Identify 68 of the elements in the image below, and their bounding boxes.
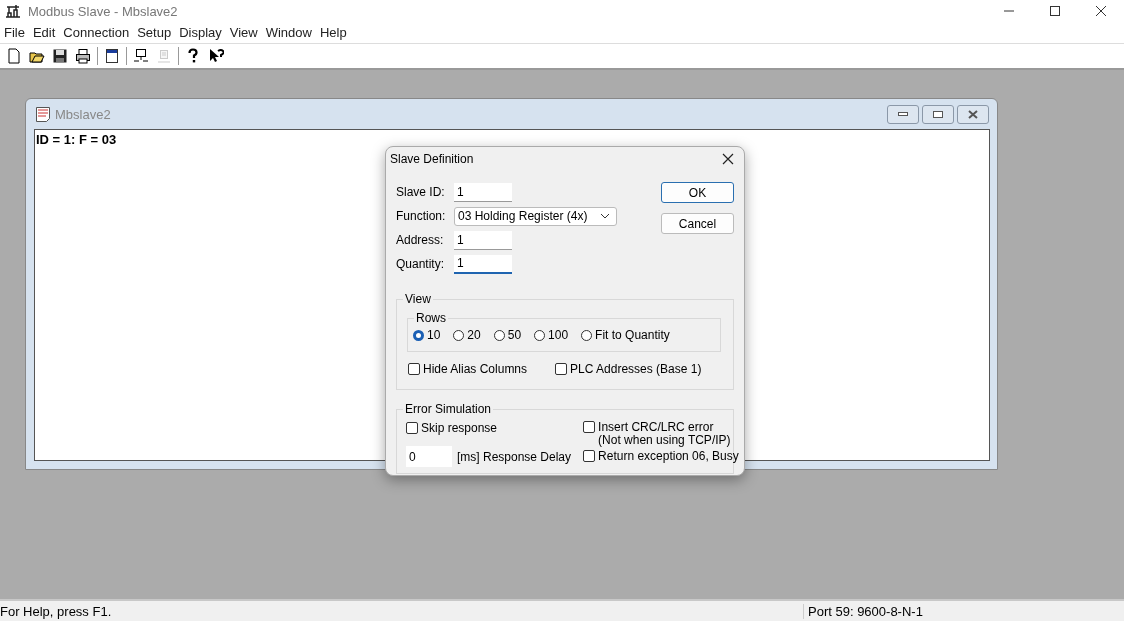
radio-button[interactable]	[453, 329, 465, 341]
option-label: 10	[427, 328, 441, 342]
status-text: For Help, press F1.	[0, 603, 113, 619]
close-icon	[967, 109, 979, 119]
checkbox[interactable]	[408, 363, 420, 375]
radio-button[interactable]	[413, 329, 424, 341]
close-icon[interactable]	[722, 153, 734, 165]
function-dropdown[interactable]: 03 Holding Register (4x)	[454, 206, 617, 226]
option-label: Hide Alias Columns	[423, 362, 528, 376]
checkbox[interactable]	[583, 450, 596, 462]
radio-button[interactable]	[581, 329, 593, 341]
menu-item[interactable]: File	[0, 25, 29, 40]
printer-icon[interactable]	[74, 47, 92, 65]
option-label: 50	[507, 328, 522, 342]
field-label: Quantity:	[396, 257, 446, 271]
input-field[interactable]: 1	[454, 182, 512, 202]
window-icon[interactable]	[103, 47, 121, 65]
menu-item[interactable]: Setup	[133, 25, 176, 40]
menu-item[interactable]: Connection	[59, 25, 134, 40]
maximize-icon[interactable]	[1049, 5, 1061, 17]
option-label: Insert CRC/LRC error	[598, 421, 715, 434]
minimize-button[interactable]	[887, 104, 919, 124]
slave-summary: ID = 1: F = 03	[36, 132, 117, 147]
menu-item[interactable]: Window	[261, 25, 316, 40]
input-field[interactable]: 1	[454, 230, 512, 250]
option-label: PLC Addresses (Base 1)	[570, 362, 702, 376]
save-icon[interactable]	[51, 47, 69, 65]
radio-button[interactable]	[493, 329, 505, 341]
document-icon	[35, 106, 51, 122]
restore-button[interactable]	[922, 104, 954, 124]
chevron-down-icon	[600, 213, 610, 219]
field-label: [ms] Response Delay	[457, 449, 572, 464]
option-note: (Not when using TCP/IP)	[598, 434, 731, 447]
close-icon[interactable]	[1095, 5, 1107, 17]
restore-icon	[932, 109, 944, 119]
connect-icon[interactable]	[132, 47, 150, 65]
menu-item[interactable]: View	[225, 25, 262, 40]
option-label: Return exception 06, Busy	[598, 449, 739, 463]
new-file-icon[interactable]	[5, 47, 23, 65]
option-label: Fit to Quantity	[595, 328, 670, 342]
checkbox[interactable]	[555, 363, 568, 375]
dialog-button[interactable]: Cancel	[661, 213, 734, 234]
menu-item[interactable]: Help	[315, 25, 351, 40]
port-status: Port 59: 9600-8-N-1	[803, 603, 1124, 619]
option-label: 20	[467, 328, 481, 342]
menu-item[interactable]: Edit	[28, 25, 60, 40]
menu-item[interactable]: Display	[175, 25, 226, 40]
radio-button[interactable]	[534, 329, 546, 341]
minimize-icon	[897, 111, 909, 117]
field-label: Slave ID:	[396, 185, 446, 199]
document-title: Mbslave2	[55, 106, 111, 122]
input-field[interactable]: 1	[454, 254, 512, 274]
group-title: Error Simulation	[403, 402, 494, 416]
group-title: View	[403, 292, 433, 306]
dialog-button[interactable]: OK	[661, 182, 734, 203]
input-field[interactable]: 0	[406, 446, 452, 467]
option-label: Skip response	[421, 421, 498, 435]
option-label: 100	[548, 328, 569, 342]
field-label: Function:	[396, 209, 447, 223]
network-icon	[4, 4, 22, 18]
dialog-title: Slave Definition	[390, 152, 474, 166]
window-title: Modbus Slave - Mbslave2	[28, 3, 178, 19]
checkbox[interactable]	[583, 421, 596, 433]
group-title: Rows	[414, 311, 448, 325]
field-label: Address:	[396, 233, 445, 247]
checkbox[interactable]	[406, 422, 418, 434]
close-button[interactable]	[957, 104, 989, 124]
context-help-icon[interactable]	[207, 47, 225, 65]
